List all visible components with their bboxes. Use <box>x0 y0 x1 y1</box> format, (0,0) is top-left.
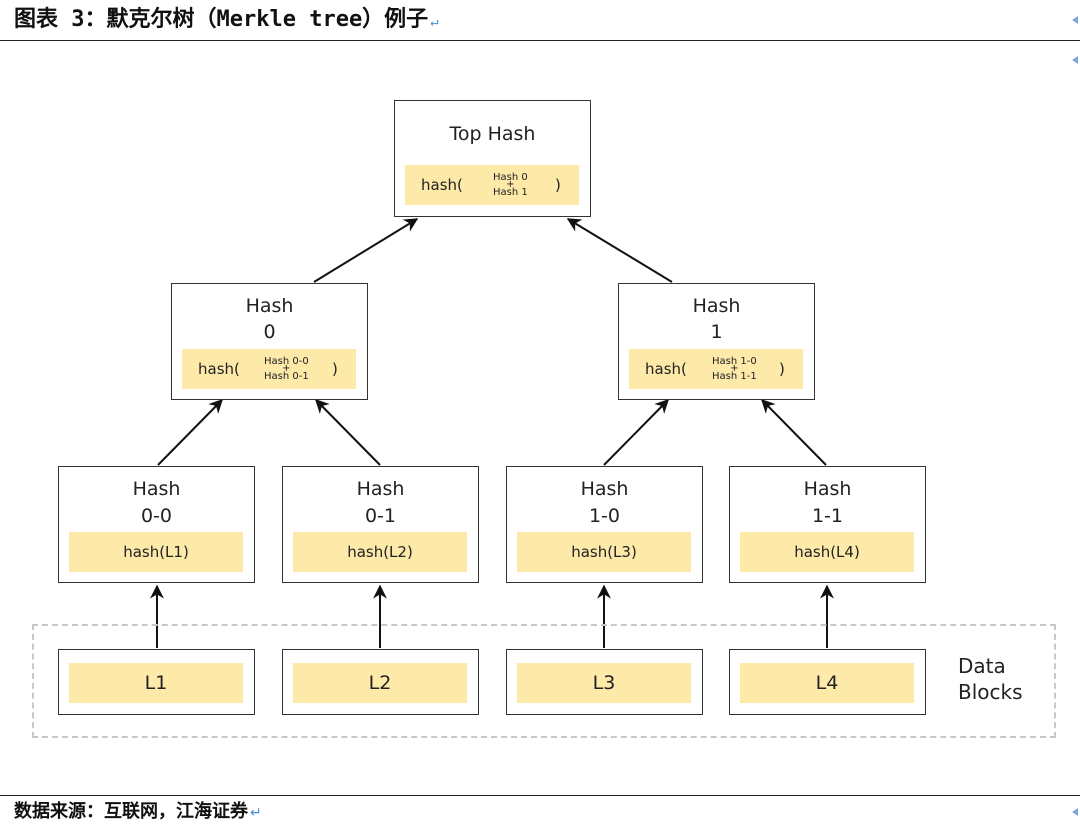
margin-marker-icon <box>1072 808 1078 816</box>
hash-operands: Hash 1-0 + Hash 1-1 <box>712 356 757 382</box>
node-hash-1-0: Hash 1-0 hash(L3) <box>506 466 703 583</box>
data-block-l4: L4 <box>729 649 926 715</box>
hash-close: ) <box>555 176 561 194</box>
hash-formula: hash(L1) <box>69 532 243 572</box>
node-title: Hash <box>356 478 405 500</box>
source-note: 数据来源：互联网，江海证券 ↵ <box>14 801 262 822</box>
hash-formula: hash( Hash 0-0 + Hash 0-1 ) <box>182 349 356 389</box>
data-block-label: L3 <box>592 672 616 694</box>
data-blocks-label: Data Blocks <box>958 653 1023 705</box>
hash-formula: hash( Hash 0 + Hash 1 ) <box>405 165 579 205</box>
hash-formula: hash( Hash 1-0 + Hash 1-1 ) <box>629 349 803 389</box>
arrow-h00-to-h0 <box>157 399 223 466</box>
data-block-l1: L1 <box>58 649 255 715</box>
data-block-l2: L2 <box>282 649 479 715</box>
hash-close: ) <box>332 360 338 378</box>
data-blocks-label-line-2: Blocks <box>958 680 1023 704</box>
operand-b: Hash 0-1 <box>264 371 309 382</box>
hash-formula: hash(L2) <box>293 532 467 572</box>
node-title: Top Hash <box>449 123 536 145</box>
arrow-h11-to-h1 <box>761 399 827 466</box>
hash-leaf-label: hash(L2) <box>347 543 413 561</box>
hash-leaf-label: hash(L3) <box>571 543 637 561</box>
data-block-fill: L1 <box>69 663 243 703</box>
data-block-fill: L2 <box>293 663 467 703</box>
hash-operands: Hash 0 + Hash 1 <box>493 172 528 198</box>
node-title: Hash <box>580 478 629 500</box>
node-title: Hash <box>132 478 181 500</box>
hash-fn-label: hash( <box>421 176 463 194</box>
node-subtitle: 1-0 <box>588 505 621 527</box>
node-subtitle: 0 <box>263 321 276 343</box>
hash-leaf-label: hash(L1) <box>123 543 189 561</box>
data-block-label: L4 <box>815 672 839 694</box>
hash-leaf-label: hash(L4) <box>794 543 860 561</box>
source-rule <box>0 795 1080 796</box>
hash-close: ) <box>779 360 785 378</box>
node-hash-0-1: Hash 0-1 hash(L2) <box>282 466 479 583</box>
data-block-fill: L4 <box>740 663 914 703</box>
node-subtitle: 0-1 <box>364 505 397 527</box>
node-hash-1: Hash 1 hash( Hash 1-0 + Hash 1-1 ) <box>618 283 815 400</box>
node-top-hash: Top Hash hash( Hash 0 + Hash 1 ) <box>394 100 591 217</box>
data-block-label: L1 <box>144 672 168 694</box>
data-blocks-label-line-1: Data <box>958 654 1006 678</box>
data-block-fill: L3 <box>517 663 691 703</box>
node-hash-0-0: Hash 0-0 hash(L1) <box>58 466 255 583</box>
arrow-h01-to-h0 <box>315 399 381 466</box>
operand-b: Hash 1-1 <box>712 371 757 382</box>
hash-operands: Hash 0-0 + Hash 0-1 <box>264 356 309 382</box>
node-subtitle: 1-1 <box>811 505 844 527</box>
data-block-label: L2 <box>368 672 392 694</box>
return-mark-icon: ↵ <box>250 805 262 821</box>
node-title: Hash <box>692 295 741 317</box>
data-block-l3: L3 <box>506 649 703 715</box>
node-hash-1-1: Hash 1-1 hash(L4) <box>729 466 926 583</box>
arrow-h0-to-top <box>313 218 419 283</box>
hash-fn-label: hash( <box>198 360 240 378</box>
arrow-h10-to-h1 <box>603 399 669 466</box>
arrow-h1-to-top <box>566 218 673 283</box>
hash-formula: hash(L4) <box>740 532 914 572</box>
node-title: Hash <box>803 478 852 500</box>
node-subtitle: 1 <box>710 321 723 343</box>
hash-formula: hash(L3) <box>517 532 691 572</box>
node-hash-0: Hash 0 hash( Hash 0-0 + Hash 0-1 ) <box>171 283 368 400</box>
node-title: Hash <box>245 295 294 317</box>
hash-fn-label: hash( <box>645 360 687 378</box>
operand-b: Hash 1 <box>493 187 528 198</box>
node-subtitle: 0-0 <box>140 505 173 527</box>
